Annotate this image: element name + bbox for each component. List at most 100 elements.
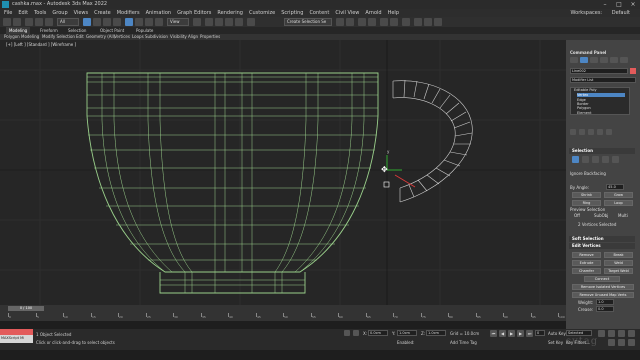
menu-item-tools[interactable]: Tools — [34, 10, 46, 16]
pin-stack-icon[interactable] — [570, 129, 576, 135]
object-name-field[interactable]: Line002 — [570, 68, 628, 74]
absolute-mode-icon[interactable] — [353, 330, 359, 336]
break-button[interactable]: Break — [604, 252, 633, 258]
menu-item-scripting[interactable]: Scripting — [281, 10, 303, 16]
viewport-canvas[interactable]: y ✥ — [0, 40, 566, 305]
snap-toggle-icon[interactable] — [205, 18, 213, 26]
chamfer-button[interactable]: Chamfer — [572, 268, 601, 274]
angle-snap-icon[interactable] — [215, 18, 223, 26]
weight-field[interactable]: 1.0 — [596, 299, 614, 305]
menu-item-views[interactable]: Views — [74, 10, 88, 16]
menu-item-file[interactable]: File — [4, 10, 12, 16]
vertex-mode-icon[interactable] — [572, 156, 579, 163]
spinner-snap-icon[interactable] — [235, 18, 243, 26]
grow-button[interactable]: Grow — [604, 192, 633, 198]
menu-item-create[interactable]: Create — [94, 10, 111, 16]
menu-item-animation[interactable]: Animation — [146, 10, 172, 16]
add-time-tag[interactable]: Add Time Tag — [450, 340, 477, 345]
by-angle-label[interactable]: By Angle: — [570, 185, 589, 190]
mirror-icon[interactable] — [336, 18, 344, 26]
menu-item-arnold[interactable]: Arnold — [365, 10, 381, 16]
set-key-button[interactable]: Set Key — [548, 340, 563, 345]
select-object-icon[interactable] — [83, 18, 91, 26]
modify-tab-icon[interactable] — [580, 57, 588, 63]
curve-editor-icon[interactable] — [380, 18, 388, 26]
field-of-view-icon[interactable] — [618, 339, 625, 346]
ignore-backfacing-checkbox[interactable]: Ignore Backfacing — [570, 171, 606, 176]
scene-explorer-icon[interactable] — [358, 18, 366, 26]
percent-snap-icon[interactable] — [225, 18, 233, 26]
redo-icon[interactable] — [13, 18, 21, 26]
motion-tab-icon[interactable] — [600, 57, 608, 63]
workspace-value[interactable]: Default — [612, 10, 630, 16]
scale-icon[interactable] — [145, 18, 153, 26]
window-crossing-icon[interactable] — [113, 18, 121, 26]
menu-item-graph-editors[interactable]: Graph Editors — [177, 10, 211, 16]
menu-item-content[interactable]: Content — [309, 10, 329, 16]
previous-frame-icon[interactable]: ◀ — [499, 330, 506, 337]
rotate-icon[interactable] — [135, 18, 143, 26]
menu-item-modifiers[interactable]: Modifiers — [117, 10, 140, 16]
loop-button[interactable]: Loop — [604, 200, 633, 206]
orbit-icon[interactable] — [628, 330, 635, 337]
hierarchy-tab-icon[interactable] — [590, 57, 598, 63]
rendered-frame-window-icon[interactable] — [424, 18, 432, 26]
layer-explorer-icon[interactable] — [368, 18, 376, 26]
play-icon[interactable]: ▶ — [508, 330, 515, 337]
remove-isolated-vertices-button[interactable]: Remove Isolated Vertices — [572, 284, 634, 290]
zoom-extents-icon[interactable] — [608, 339, 615, 346]
maximize-viewport-icon[interactable] — [628, 339, 635, 346]
ring-button[interactable]: Ring — [572, 200, 601, 206]
menu-item-customize[interactable]: Customize — [249, 10, 275, 16]
material-editor-icon[interactable] — [402, 18, 410, 26]
menu-item-rendering[interactable]: Rendering — [217, 10, 243, 16]
remove-unused-map-verts-button[interactable]: Remove Unused Map Verts — [572, 292, 634, 298]
select-by-name-icon[interactable] — [93, 18, 101, 26]
object-color-swatch[interactable] — [630, 68, 636, 74]
modifier-stack[interactable]: Editable Poly Vertex Edge Border Polygon… — [570, 87, 630, 115]
stack-item-editable-poly[interactable]: Editable Poly — [574, 88, 597, 92]
edge-mode-icon[interactable] — [582, 156, 589, 163]
utilities-tab-icon[interactable] — [620, 57, 628, 63]
border-mode-icon[interactable] — [592, 156, 599, 163]
named-selection-set-dropdown[interactable]: Create Selection Se — [284, 18, 332, 26]
workspaces[interactable]: Workspaces: Default — [571, 9, 637, 17]
make-unique-icon[interactable] — [588, 129, 594, 135]
reference-coord-dropdown[interactable]: View — [167, 18, 189, 26]
unlink-icon[interactable] — [35, 18, 43, 26]
stack-item-vertex[interactable]: Vertex — [577, 93, 625, 97]
tab-selection[interactable]: Selection — [68, 27, 86, 34]
time-slider[interactable]: 0 / 100 — [8, 306, 44, 311]
tab-populate[interactable]: Populate — [136, 27, 153, 34]
bind-spacewarp-icon[interactable] — [45, 18, 53, 26]
preview-multi-radio[interactable]: Multi — [618, 213, 628, 218]
soft-selection-rollout-header[interactable]: Soft Selection — [569, 236, 635, 242]
remove-modifier-icon[interactable] — [597, 129, 603, 135]
show-end-result-icon[interactable] — [579, 129, 585, 135]
selection-filter-dropdown[interactable]: All — [57, 18, 79, 26]
modifier-list-dropdown[interactable]: Modifier List — [570, 77, 636, 83]
x-coord-field[interactable]: 0.0cm — [368, 330, 388, 336]
maximize-icon[interactable]: □ — [612, 0, 626, 9]
shrink-button[interactable]: Shrink — [572, 192, 601, 198]
undo-icon[interactable] — [3, 18, 11, 26]
crease-field[interactable]: 0.0 — [596, 306, 614, 312]
pan-view-icon[interactable] — [618, 330, 625, 337]
selection-rollout-header[interactable]: Selection — [569, 148, 635, 154]
zoom-icon[interactable] — [608, 330, 615, 337]
menu-item-help[interactable]: Help — [388, 10, 399, 16]
time-configuration-icon[interactable] — [598, 330, 605, 337]
go-to-start-icon[interactable]: ⏮ — [490, 330, 497, 337]
enabled-label[interactable]: Enabled: — [397, 340, 415, 345]
target-weld-button[interactable]: Target Weld — [604, 268, 633, 274]
next-frame-icon[interactable]: ▶ — [517, 330, 524, 337]
rectangular-region-icon[interactable] — [103, 18, 111, 26]
y-coord-field[interactable]: 1.0cm — [397, 330, 417, 336]
stack-item-polygon[interactable]: Polygon — [577, 106, 591, 110]
current-frame-field[interactable]: 0 — [535, 330, 545, 336]
create-tab-icon[interactable] — [570, 57, 578, 63]
extrude-button[interactable]: Extrude — [572, 260, 601, 266]
connect-button[interactable]: Connect — [584, 276, 620, 282]
menu-item-civil-view[interactable]: Civil View — [335, 10, 359, 16]
polygon-mode-icon[interactable] — [602, 156, 609, 163]
